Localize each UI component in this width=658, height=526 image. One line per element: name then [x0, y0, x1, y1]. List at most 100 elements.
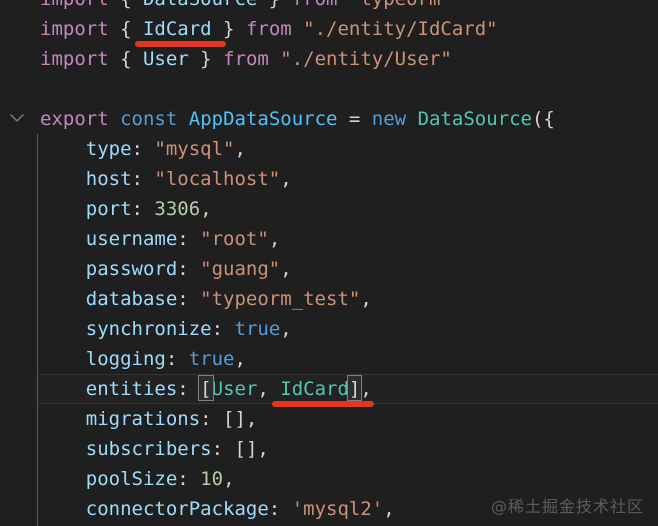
code-token: : [212, 438, 235, 460]
code-line[interactable]: type: "mysql", [0, 134, 658, 164]
code-token: : [132, 138, 155, 160]
code-token: : [269, 498, 292, 520]
code-token: true [189, 348, 235, 370]
code-token: new [372, 108, 406, 130]
code-token: from [223, 48, 269, 70]
code-token: , [383, 498, 394, 520]
code-token: [], [223, 408, 257, 430]
code-line-current[interactable]: entities: [User, IdCard], [36, 374, 658, 404]
code-token: database [86, 288, 178, 310]
code-line[interactable]: password: "guang", [0, 254, 658, 284]
code-token: export [40, 108, 109, 130]
code-line[interactable]: export const AppDataSource = new DataSou… [0, 104, 658, 134]
code-editor[interactable]: import { DataSource } from "typeorm"impo… [0, 0, 658, 526]
code-token: type [86, 138, 132, 160]
code-token: "typeorm_test" [200, 288, 360, 310]
code-line[interactable]: synchronize: true, [0, 314, 658, 344]
code-token: import [40, 18, 109, 40]
code-line[interactable]: host: "localhost", [0, 164, 658, 194]
code-token: username [86, 228, 178, 250]
red-underlined-token: IdCard [143, 18, 212, 40]
code-token: , [280, 258, 291, 280]
code-token: 3306 [154, 198, 200, 220]
code-token: entities [86, 378, 178, 400]
code-token [40, 138, 86, 160]
code-token: : [177, 378, 200, 400]
code-token [292, 18, 303, 40]
code-token [40, 468, 86, 490]
code-token [40, 258, 86, 280]
code-token [40, 168, 86, 190]
code-token: } [257, 0, 291, 10]
code-token: { [109, 48, 143, 70]
code-token [40, 378, 86, 400]
code-token: { [109, 18, 143, 40]
code-token: AppDataSource [189, 108, 338, 130]
code-line[interactable]: import { User } from "./entity/User" [0, 44, 658, 74]
code-token [269, 48, 280, 70]
code-lines: import { DataSource } from "typeorm"impo… [0, 0, 658, 524]
code-token: "typeorm" [349, 0, 452, 10]
code-line[interactable]: poolSize: 10, [0, 464, 658, 494]
code-token [40, 408, 86, 430]
code-token: "localhost" [154, 168, 280, 190]
code-token: : [132, 168, 155, 190]
code-token: port [86, 198, 132, 220]
code-token: poolSize [86, 468, 178, 490]
code-token: password [86, 258, 178, 280]
code-token: "mysql" [154, 138, 234, 160]
code-line[interactable]: migrations: [], [0, 404, 658, 434]
code-token: } [212, 18, 246, 40]
code-token [40, 288, 86, 310]
code-token [177, 108, 188, 130]
code-token: } [189, 48, 223, 70]
matched-bracket: [ [200, 378, 211, 400]
code-token: , [257, 378, 280, 400]
code-token: from [246, 18, 292, 40]
code-token: , [200, 198, 211, 220]
code-token [40, 348, 86, 370]
code-line[interactable]: subscribers: [], [0, 434, 658, 464]
code-token: : [177, 228, 200, 250]
code-token: [], [235, 438, 269, 460]
code-line[interactable]: logging: true, [0, 344, 658, 374]
red-underlined-token: IdCard [280, 378, 349, 400]
code-token: User [212, 378, 258, 400]
code-token: "guang" [200, 258, 280, 280]
code-token [40, 318, 86, 340]
code-token: , [269, 228, 280, 250]
code-token: DataSource [143, 0, 257, 10]
code-token: "./entity/IdCard" [303, 18, 497, 40]
code-token: synchronize [86, 318, 212, 340]
code-token: , [235, 348, 246, 370]
code-token: : [132, 198, 155, 220]
code-line[interactable]: username: "root", [0, 224, 658, 254]
code-line[interactable]: import { DataSource } from "typeorm" [0, 0, 658, 14]
code-token: : [200, 408, 223, 430]
code-token [406, 108, 417, 130]
code-token: logging [86, 348, 166, 370]
code-token: , [360, 288, 371, 310]
code-token [40, 498, 86, 520]
code-token: connectorPackage [86, 498, 269, 520]
code-line[interactable] [0, 74, 658, 104]
code-token: , [235, 138, 246, 160]
code-token: ({ [532, 108, 555, 130]
code-token: , [280, 168, 291, 190]
code-token [337, 0, 348, 10]
code-line[interactable]: port: 3306, [0, 194, 658, 224]
code-token: migrations [86, 408, 200, 430]
code-line[interactable]: import { IdCard } from "./entity/IdCard" [0, 14, 658, 44]
code-token: : [212, 318, 235, 340]
red-underlined-token: ] [349, 378, 360, 400]
code-line[interactable]: database: "typeorm_test", [0, 284, 658, 314]
code-token: : [177, 288, 200, 310]
code-token [40, 228, 86, 250]
code-token: , [280, 318, 291, 340]
code-token: { [109, 0, 143, 10]
code-token: subscribers [86, 438, 212, 460]
code-token: DataSource [418, 108, 532, 130]
code-token: "root" [200, 228, 269, 250]
code-token: = [337, 108, 371, 130]
code-token: 'mysql2' [292, 498, 384, 520]
